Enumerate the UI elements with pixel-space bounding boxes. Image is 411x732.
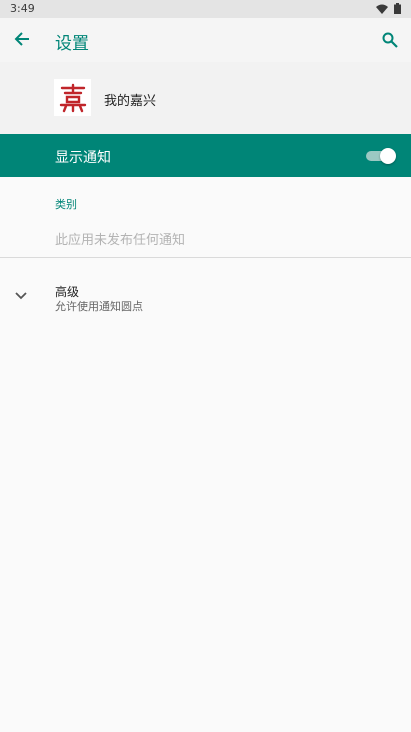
search-button[interactable] [379,29,401,51]
app-icon [54,79,91,116]
page-title: 设置 [55,34,89,54]
show-notifications-label: 显示通知 [55,150,111,166]
app-name: 我的嘉兴 [104,94,157,109]
status-time: 3:49 [10,2,35,15]
toggle-thumb [380,148,396,164]
back-button[interactable] [11,28,33,50]
chevron-down-icon [13,288,29,304]
battery-icon [394,3,401,14]
no-notifications-text: 此应用未发布任何通知 [55,233,186,248]
app-bar: 设置 [0,18,411,62]
categories-header: 类别 [55,198,77,211]
app-logo-icon [59,83,86,112]
back-arrow-icon [14,32,29,46]
advanced-row[interactable]: 高级 允许使用通知圆点 [0,272,411,320]
advanced-summary: 允许使用通知圆点 [55,300,143,313]
search-icon [382,32,398,48]
status-bar: 3:49 [0,0,411,18]
status-icons [376,3,401,14]
show-notifications-switch-row[interactable]: 显示通知 [0,134,411,177]
app-header: 我的嘉兴 [0,62,411,134]
divider [0,257,411,258]
show-notifications-toggle[interactable] [364,148,396,164]
wifi-icon [376,4,388,14]
